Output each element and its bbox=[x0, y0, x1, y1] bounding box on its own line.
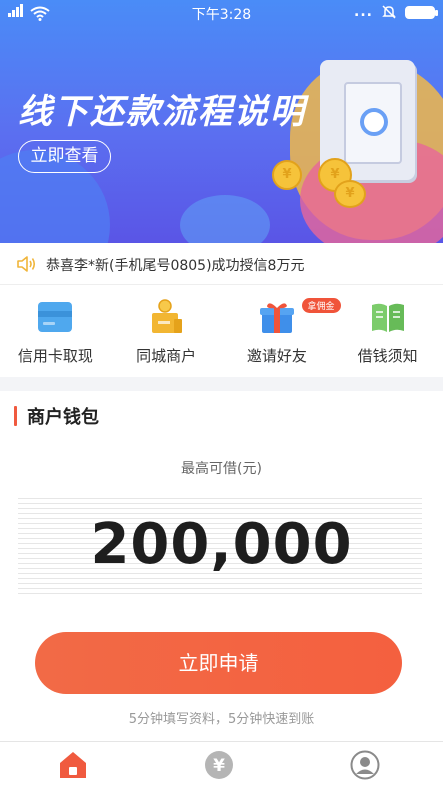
status-right-group: ... bbox=[354, 4, 438, 20]
safe-dial bbox=[360, 108, 388, 136]
quick-actions: 信用卡取现 同城商户 拿佣金 邀请好友 借钱须知 bbox=[0, 285, 443, 377]
coin-icon: ¥ bbox=[272, 160, 302, 190]
banner-title: 线下还款流程说明 bbox=[18, 92, 306, 132]
book-icon bbox=[371, 303, 404, 332]
home-icon[interactable] bbox=[58, 750, 88, 780]
action-local-merchants[interactable]: 同城商户 bbox=[111, 285, 222, 377]
wallet-title: 商户钱包 bbox=[27, 407, 99, 428]
wallet-header: 商户钱包 bbox=[14, 404, 99, 428]
action-invite-friends[interactable]: 拿佣金 邀请好友 bbox=[222, 285, 341, 377]
yen-icon[interactable]: ¥ bbox=[204, 750, 234, 780]
merchant-icon bbox=[152, 299, 183, 333]
more-dots: ... bbox=[354, 4, 373, 20]
promo-banner[interactable]: 下午3:28 ... 线下还款流程说明 立即查看 ¥ ¥ ¥ bbox=[0, 0, 443, 243]
battery-fill bbox=[407, 7, 433, 17]
gift-icon bbox=[259, 303, 294, 333]
speaker-icon bbox=[17, 256, 36, 272]
action-label: 信用卡取现 bbox=[17, 347, 93, 365]
credit-card-icon bbox=[38, 302, 73, 332]
coin-icon: ¥ bbox=[334, 180, 366, 208]
notice-bar: 恭喜李*新(手机尾号0805)成功授信8万元 bbox=[0, 243, 443, 285]
banner-decoration bbox=[180, 195, 270, 243]
action-label: 同城商户 bbox=[136, 347, 197, 365]
action-label: 借钱须知 bbox=[357, 347, 418, 365]
user-icon[interactable] bbox=[350, 750, 380, 780]
apply-subtext: 5分钟填写资料，5分钟快速到账 bbox=[128, 712, 315, 727]
apply-now-button[interactable]: 立即申请 bbox=[35, 632, 402, 694]
section-marker bbox=[14, 406, 17, 426]
action-label: 邀请好友 bbox=[246, 347, 307, 365]
limit-value: 200,000 bbox=[90, 512, 353, 577]
yen-symbol: ¥ bbox=[213, 756, 225, 776]
bottom-tab-bar: ¥ bbox=[0, 741, 443, 790]
safe-door bbox=[344, 82, 402, 164]
battery-icon bbox=[405, 5, 438, 19]
limit-label: 最高可借(元) bbox=[181, 461, 262, 477]
mute-bell-icon bbox=[382, 5, 396, 19]
section-divider bbox=[0, 377, 443, 391]
view-now-button[interactable]: 立即查看 bbox=[18, 140, 111, 173]
action-credit-card-cash[interactable]: 信用卡取现 bbox=[0, 285, 111, 377]
notice-text: 恭喜李*新(手机尾号0805)成功授信8万元 bbox=[46, 258, 305, 274]
status-bar: 下午3:28 ... bbox=[0, 0, 443, 26]
action-borrowing-notes[interactable]: 借钱须知 bbox=[332, 285, 443, 377]
